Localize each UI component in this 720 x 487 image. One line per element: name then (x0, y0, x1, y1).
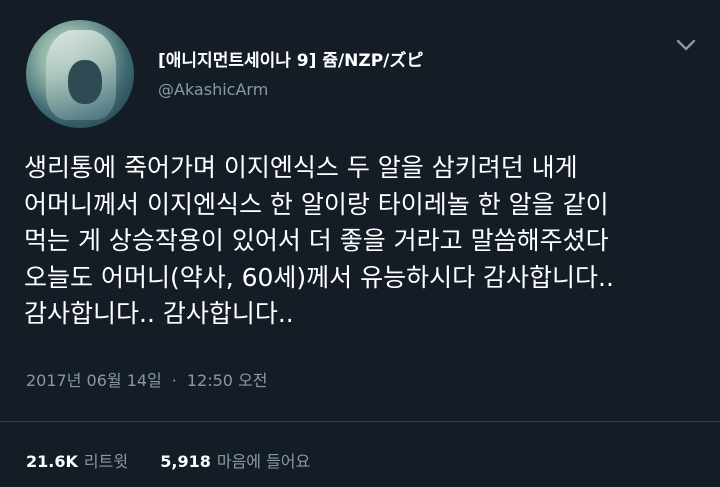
author-handle[interactable]: @AkashicArm (158, 80, 268, 99)
tweet-text-line: 감사합니다.. 감사합니다.. (24, 299, 294, 328)
retweet-label: 리트윗 (83, 452, 129, 471)
timestamp-separator: · (171, 371, 177, 390)
retweet-stat[interactable]: 21.6K 리트윗 (26, 452, 133, 471)
retweet-count: 21.6K (26, 452, 78, 471)
tweet-time: 12:50 오전 (186, 371, 268, 390)
tweet-text-line: 오늘도 어머니(약사, 60세)께서 유능하시다 감사합니다.. (24, 262, 614, 292)
tweet-stats: 21.6K 리트윗 5,918 마음에 들어요 (26, 448, 310, 472)
author-display-name[interactable]: [애니지먼트세이나 9] 쥼/NZP/ズピ (158, 46, 423, 71)
like-count: 5,918 (160, 452, 211, 471)
tweet-text: 생리통에 죽어가며 이지엔식스 두 알을 삼키려던 내게 어머니께서 이지엔식스… (24, 150, 704, 333)
like-stat[interactable]: 5,918 마음에 들어요 (160, 452, 310, 471)
chevron-down-icon[interactable] (676, 38, 696, 52)
avatar[interactable] (26, 20, 134, 128)
divider (0, 421, 720, 422)
tweet-text-line: 어머니께서 이지엔식스 한 알이랑 타이레놀 한 알을 같이 (24, 189, 609, 219)
tweet-date: 2017년 06월 14일 (26, 371, 162, 390)
tweet-text-line: 먹는 게 상승작용이 있어서 더 좋을 거라고 말씀해주셨다 (24, 226, 609, 255)
tweet-text-line: 생리통에 죽어가며 이지엔식스 두 알을 삼키려던 내게 (24, 153, 578, 182)
tweet-timestamp[interactable]: 2017년 06월 14일 · 12:50 오전 (26, 367, 268, 391)
avatar-face (68, 60, 102, 104)
like-label: 마음에 들어요 (216, 452, 311, 471)
